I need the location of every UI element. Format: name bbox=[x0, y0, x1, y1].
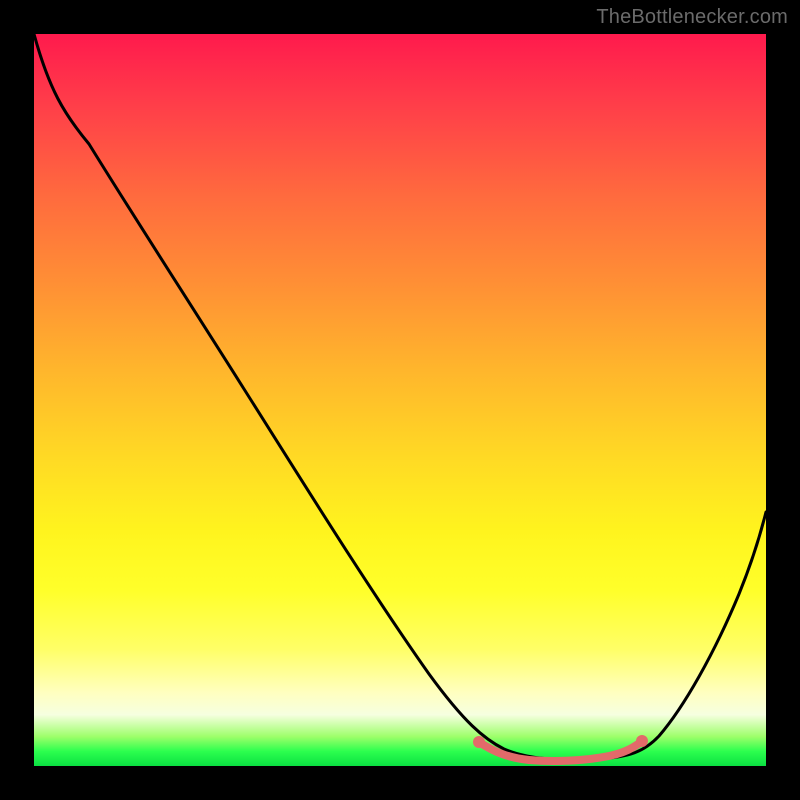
curve-path bbox=[34, 34, 766, 760]
chart-frame: TheBottlenecker.com bbox=[0, 0, 800, 800]
highlight-dot-right bbox=[636, 735, 648, 747]
highlight-dot-left bbox=[473, 736, 485, 748]
bottleneck-curve bbox=[34, 34, 766, 766]
highlight-segment bbox=[479, 741, 642, 761]
plot-area bbox=[34, 34, 766, 766]
watermark-text: TheBottlenecker.com bbox=[596, 6, 788, 29]
